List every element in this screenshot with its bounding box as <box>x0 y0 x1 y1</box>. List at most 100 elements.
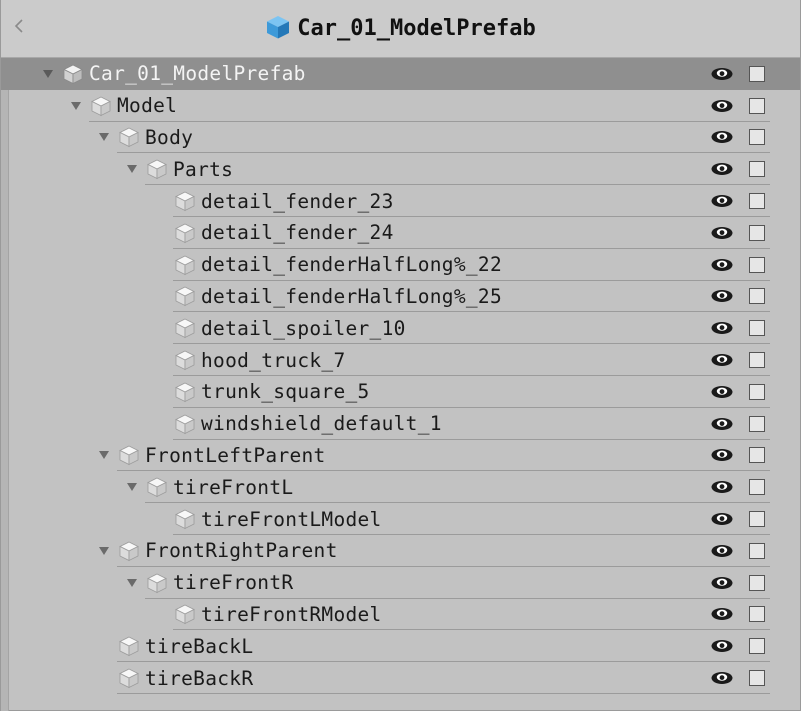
pick-checkbox[interactable] <box>749 224 765 241</box>
tree-row[interactable]: tireFrontLModel <box>1 503 800 535</box>
tree-row[interactable]: detail_fender_24 <box>1 217 800 249</box>
tree-row[interactable]: FrontRightParent <box>1 535 800 567</box>
gameobject-cube-icon <box>173 221 197 245</box>
prefab-hierarchy-window: Car_01_ModelPrefab Car_01_ModelPrefab Mo… <box>0 0 801 711</box>
pick-checkbox[interactable] <box>749 161 765 178</box>
tree-item-label: windshield_default_1 <box>201 412 442 436</box>
tree-item-label: detail_fenderHalfLong%_25 <box>201 284 502 308</box>
eye-icon[interactable] <box>710 384 734 400</box>
pick-checkbox[interactable] <box>749 383 765 400</box>
tree-item-label: Body <box>145 125 194 149</box>
pick-checkbox[interactable] <box>749 670 765 687</box>
eye-icon[interactable] <box>710 225 734 241</box>
tree-item-label: tireBackL <box>145 634 254 658</box>
eye-icon[interactable] <box>710 98 734 114</box>
pick-checkbox[interactable] <box>749 193 765 210</box>
pick-checkbox[interactable] <box>749 97 765 114</box>
eye-icon[interactable] <box>710 416 734 432</box>
gameobject-cube-icon <box>173 380 197 404</box>
pick-checkbox[interactable] <box>749 320 765 337</box>
tree-row[interactable]: tireFrontR <box>1 567 800 599</box>
pick-checkbox[interactable] <box>749 606 765 623</box>
expand-triangle-icon[interactable] <box>121 572 143 594</box>
pick-checkbox[interactable] <box>749 352 765 369</box>
eye-icon[interactable] <box>710 447 734 463</box>
tree-row[interactable]: detail_spoiler_10 <box>1 312 800 345</box>
tree-item-label: FrontLeftParent <box>145 443 326 467</box>
tree-row[interactable]: tireFrontRModel <box>1 599 800 631</box>
tree-item-label: Model <box>117 94 178 118</box>
gameobject-cube-icon <box>117 125 141 149</box>
gameobject-cube-icon <box>173 316 197 340</box>
tree-row[interactable]: detail_fender_23 <box>1 185 800 217</box>
expand-triangle-icon[interactable] <box>65 95 87 117</box>
gameobject-cube-icon <box>173 507 197 531</box>
eye-icon[interactable] <box>710 575 734 591</box>
eye-icon[interactable] <box>710 257 734 273</box>
prefab-title: Car_01_ModelPrefab <box>297 16 536 41</box>
tree-item-label: tireFrontR <box>173 571 294 595</box>
expand-triangle-icon[interactable] <box>93 540 115 562</box>
pick-checkbox[interactable] <box>749 415 765 432</box>
expand-triangle-icon[interactable] <box>93 126 115 148</box>
gameobject-cube-icon <box>145 157 169 181</box>
tree-row[interactable]: Model <box>1 90 800 122</box>
eye-icon[interactable] <box>710 638 734 654</box>
eye-icon[interactable] <box>710 479 734 495</box>
pick-checkbox[interactable] <box>749 479 765 496</box>
tree-row[interactable]: tireBackR <box>1 662 800 694</box>
gameobject-cube-icon <box>117 634 141 658</box>
expand-triangle-icon[interactable] <box>121 158 143 180</box>
tree-row[interactable]: Car_01_ModelPrefab <box>1 58 800 90</box>
tree-row[interactable]: tireBackL <box>1 630 800 663</box>
pick-checkbox[interactable] <box>749 511 765 528</box>
tree-item-label: detail_fender_24 <box>201 221 394 245</box>
eye-icon[interactable] <box>710 129 734 145</box>
gameobject-cube-icon <box>173 602 197 626</box>
tree-item-label: FrontRightParent <box>145 539 338 563</box>
eye-icon[interactable] <box>710 193 734 209</box>
pick-checkbox[interactable] <box>749 574 765 591</box>
expand-triangle-icon[interactable] <box>93 444 115 466</box>
tree-row[interactable]: trunk_square_5 <box>1 376 800 408</box>
tree-item-label: tireFrontLModel <box>201 507 382 531</box>
tree-row[interactable]: windshield_default_1 <box>1 408 800 440</box>
gameobject-cube-icon <box>117 539 141 563</box>
pick-checkbox[interactable] <box>749 638 765 655</box>
tree-row[interactable]: hood_truck_7 <box>1 344 800 376</box>
eye-icon[interactable] <box>710 670 734 686</box>
tree-row[interactable]: detail_fenderHalfLong%_22 <box>1 249 800 281</box>
eye-icon[interactable] <box>710 543 734 559</box>
eye-icon[interactable] <box>710 352 734 368</box>
eye-icon[interactable] <box>710 320 734 336</box>
gameobject-cube-icon <box>173 189 197 213</box>
pick-checkbox[interactable] <box>749 256 765 273</box>
tree-item-label: detail_spoiler_10 <box>201 316 406 340</box>
tree-item-label: Car_01_ModelPrefab <box>89 62 306 86</box>
tree-row[interactable]: tireFrontL <box>1 471 800 504</box>
eye-icon[interactable] <box>710 66 734 82</box>
tree-row[interactable]: detail_fenderHalfLong%_25 <box>1 281 800 313</box>
pick-checkbox[interactable] <box>749 65 765 82</box>
eye-icon[interactable] <box>710 511 734 527</box>
eye-icon[interactable] <box>710 288 734 304</box>
tree-item-label: tireFrontL <box>173 475 294 499</box>
tree-row[interactable]: FrontLeftParent <box>1 440 800 472</box>
gameobject-cube-icon <box>117 666 141 690</box>
gameobject-cube-icon <box>173 284 197 308</box>
pick-checkbox[interactable] <box>749 288 765 305</box>
eye-icon[interactable] <box>710 161 734 177</box>
pick-checkbox[interactable] <box>749 542 765 559</box>
expand-triangle-icon[interactable] <box>37 63 59 85</box>
tree-row[interactable]: Parts <box>1 153 800 186</box>
eye-icon[interactable] <box>710 606 734 622</box>
pick-checkbox[interactable] <box>749 447 765 464</box>
tree-row[interactable]: Body <box>1 122 800 154</box>
pick-checkbox[interactable] <box>749 129 765 146</box>
gameobject-cube-icon <box>145 571 169 595</box>
expand-triangle-icon[interactable] <box>121 476 143 498</box>
